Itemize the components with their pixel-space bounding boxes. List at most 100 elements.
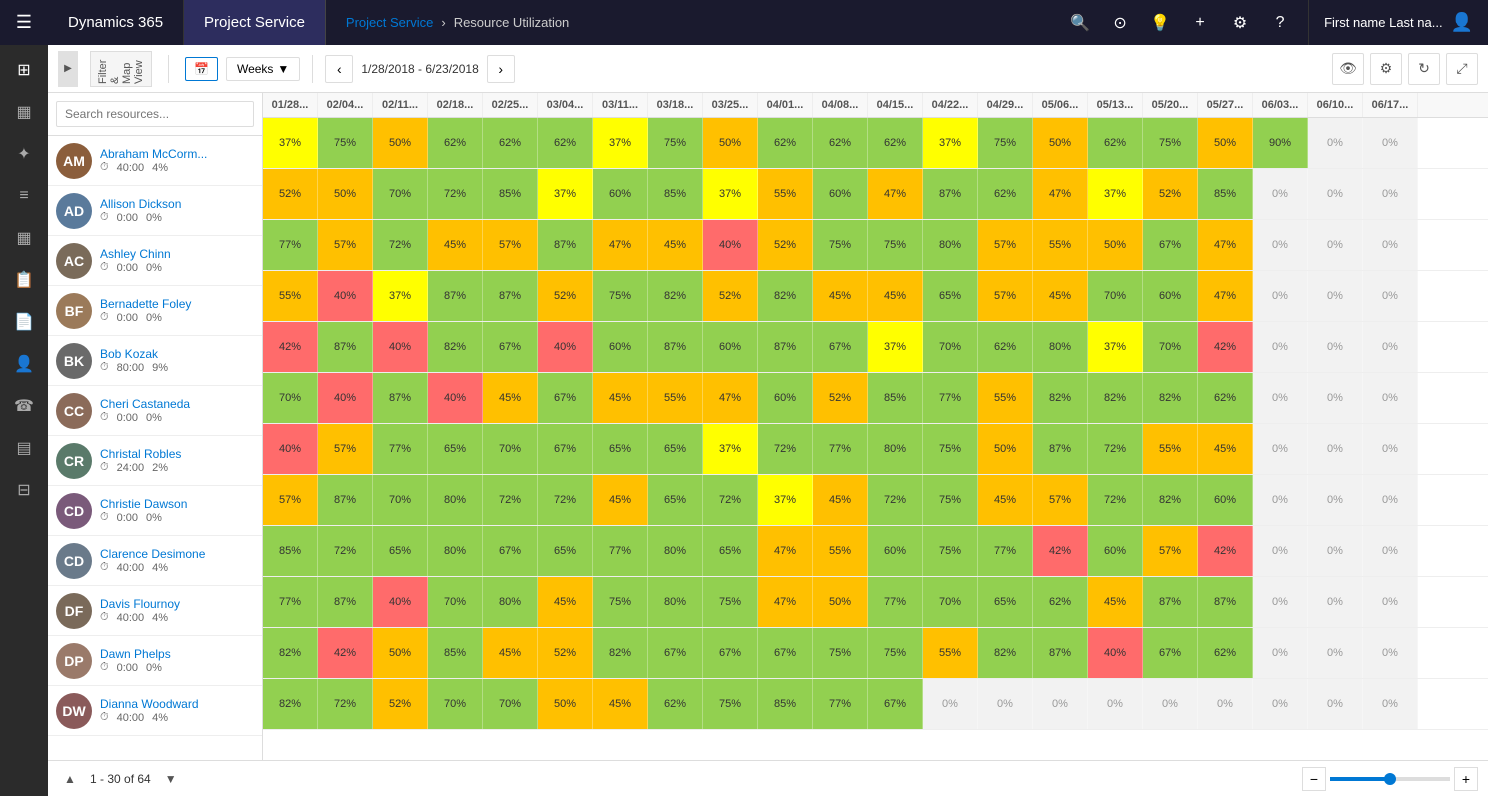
add-icon[interactable]: +: [1182, 0, 1218, 45]
data-cell[interactable]: 45%: [483, 628, 538, 678]
sidebar-item-reports[interactable]: 📋: [2, 260, 46, 300]
data-cell[interactable]: 42%: [1198, 526, 1253, 576]
breadcrumb-item1[interactable]: Project Service: [346, 15, 433, 30]
data-cell[interactable]: 40%: [1088, 628, 1143, 678]
data-cell[interactable]: 60%: [758, 373, 813, 423]
data-cell[interactable]: 55%: [1143, 424, 1198, 474]
data-cell[interactable]: 0%: [1253, 526, 1308, 576]
data-cell[interactable]: 82%: [1143, 373, 1198, 423]
data-cell[interactable]: 77%: [813, 424, 868, 474]
filter-map-view-btn[interactable]: Filter & Map View: [90, 51, 152, 87]
data-cell[interactable]: 82%: [1033, 373, 1088, 423]
data-cell[interactable]: 87%: [1198, 577, 1253, 627]
data-cell[interactable]: 45%: [1088, 577, 1143, 627]
data-cell[interactable]: 87%: [538, 220, 593, 270]
next-page-btn[interactable]: ▼: [159, 767, 183, 791]
data-cell[interactable]: 55%: [813, 526, 868, 576]
resource-row[interactable]: ACAshley Chinn⏱0:000%: [48, 236, 262, 286]
data-cell[interactable]: 77%: [263, 577, 318, 627]
notifications-icon[interactable]: 💡: [1142, 0, 1178, 45]
sidebar-item-user[interactable]: 👤: [2, 344, 46, 384]
data-cell[interactable]: 0%: [1308, 475, 1363, 525]
data-cell[interactable]: 87%: [1143, 577, 1198, 627]
resource-row[interactable]: ADAllison Dickson⏱0:000%: [48, 186, 262, 236]
resource-row[interactable]: DWDianna Woodward⏱40:004%: [48, 686, 262, 736]
data-cell[interactable]: 0%: [1308, 679, 1363, 729]
data-cell[interactable]: 72%: [703, 475, 758, 525]
data-cell[interactable]: 87%: [483, 271, 538, 321]
data-cell[interactable]: 45%: [1198, 424, 1253, 474]
data-cell[interactable]: 80%: [648, 526, 703, 576]
search-icon[interactable]: 🔍: [1062, 0, 1098, 45]
data-cell[interactable]: 77%: [978, 526, 1033, 576]
data-cell[interactable]: 80%: [428, 475, 483, 525]
data-cell[interactable]: 50%: [703, 118, 758, 168]
data-cell[interactable]: 80%: [923, 220, 978, 270]
data-cell[interactable]: 72%: [1088, 475, 1143, 525]
data-cell[interactable]: 42%: [1198, 322, 1253, 372]
data-cell[interactable]: 67%: [538, 424, 593, 474]
data-cell[interactable]: 62%: [1033, 577, 1088, 627]
data-cell[interactable]: 0%: [1363, 118, 1418, 168]
data-cell[interactable]: 72%: [868, 475, 923, 525]
data-cell[interactable]: 77%: [813, 679, 868, 729]
data-cell[interactable]: 87%: [1033, 424, 1088, 474]
data-cell[interactable]: 75%: [593, 271, 648, 321]
data-cell[interactable]: 85%: [263, 526, 318, 576]
data-cell[interactable]: 37%: [923, 118, 978, 168]
sidebar-item-dashboard[interactable]: ▦: [2, 92, 46, 132]
data-cell[interactable]: 0%: [1363, 577, 1418, 627]
data-cell[interactable]: 50%: [813, 577, 868, 627]
data-cell[interactable]: 40%: [318, 373, 373, 423]
data-cell[interactable]: 47%: [1033, 169, 1088, 219]
sidebar-item-board[interactable]: ▤: [2, 428, 46, 468]
data-cell[interactable]: 45%: [978, 475, 1033, 525]
data-cell[interactable]: 85%: [758, 679, 813, 729]
data-cell[interactable]: 0%: [1363, 169, 1418, 219]
data-cell[interactable]: 50%: [318, 169, 373, 219]
data-cell[interactable]: 80%: [648, 577, 703, 627]
data-cell[interactable]: 65%: [428, 424, 483, 474]
data-cell[interactable]: 87%: [923, 169, 978, 219]
data-cell[interactable]: 72%: [483, 475, 538, 525]
search-input[interactable]: [56, 101, 254, 127]
data-cell[interactable]: 90%: [1253, 118, 1308, 168]
data-cell[interactable]: 50%: [1088, 220, 1143, 270]
data-cell[interactable]: 0%: [1308, 322, 1363, 372]
data-cell[interactable]: 67%: [813, 322, 868, 372]
settings-icon[interactable]: ⚙: [1222, 0, 1258, 45]
sidebar-item-invoice[interactable]: 📄: [2, 302, 46, 342]
data-cell[interactable]: 37%: [263, 118, 318, 168]
data-cell[interactable]: 55%: [1033, 220, 1088, 270]
data-cell[interactable]: 60%: [1143, 271, 1198, 321]
data-cell[interactable]: 37%: [538, 169, 593, 219]
data-cell[interactable]: 0%: [1253, 322, 1308, 372]
data-cell[interactable]: 42%: [263, 322, 318, 372]
dynamics365-link[interactable]: Dynamics 365: [48, 0, 184, 45]
data-cell[interactable]: 80%: [868, 424, 923, 474]
data-cell[interactable]: 75%: [703, 679, 758, 729]
data-cell[interactable]: 70%: [373, 475, 428, 525]
data-cell[interactable]: 0%: [1033, 679, 1088, 729]
resource-name[interactable]: Allison Dickson: [100, 197, 254, 211]
data-cell[interactable]: 75%: [868, 220, 923, 270]
data-cell[interactable]: 57%: [1033, 475, 1088, 525]
data-cell[interactable]: 52%: [813, 373, 868, 423]
data-cell[interactable]: 0%: [1363, 424, 1418, 474]
data-cell[interactable]: 52%: [703, 271, 758, 321]
data-cell[interactable]: 70%: [923, 322, 978, 372]
data-cell[interactable]: 57%: [978, 271, 1033, 321]
data-cell[interactable]: 52%: [1143, 169, 1198, 219]
data-cell[interactable]: 75%: [648, 118, 703, 168]
data-cell[interactable]: 52%: [263, 169, 318, 219]
data-cell[interactable]: 0%: [1363, 322, 1418, 372]
data-cell[interactable]: 42%: [1033, 526, 1088, 576]
resource-name[interactable]: Bob Kozak: [100, 347, 254, 361]
data-cell[interactable]: 37%: [703, 169, 758, 219]
data-cell[interactable]: 45%: [868, 271, 923, 321]
data-cell[interactable]: 40%: [373, 577, 428, 627]
resource-name[interactable]: Dawn Phelps: [100, 647, 254, 661]
data-cell[interactable]: 0%: [1308, 526, 1363, 576]
data-cell[interactable]: 37%: [1088, 322, 1143, 372]
data-cell[interactable]: 72%: [318, 526, 373, 576]
